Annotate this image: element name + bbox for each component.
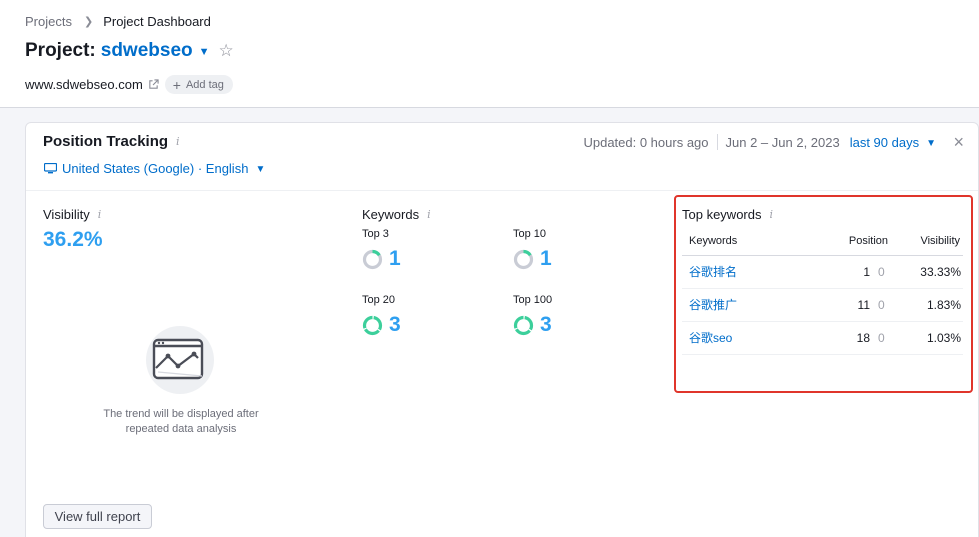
column-header-position[interactable]: Position	[812, 227, 888, 256]
widget-title: Position Tracking i	[43, 133, 180, 150]
top10-value-row: 1	[513, 247, 552, 271]
add-tag-label: Add tag	[185, 78, 224, 91]
position-cell: 10	[812, 255, 888, 289]
position-tracking-widget: Position Tracking i United States (Googl…	[25, 122, 979, 537]
keywords-label: Keywords i	[362, 207, 431, 222]
donut-icon	[513, 249, 534, 269]
top100-value: 3	[540, 313, 552, 336]
view-full-report-button[interactable]: View full report	[43, 504, 152, 529]
column-header-visibility[interactable]: Visibility	[888, 227, 963, 256]
breadcrumb: Projects ❯ Project Dashboard	[25, 14, 211, 29]
top100-metric[interactable]: Top 100 3	[513, 294, 552, 337]
table-row: 谷歌推广 11 0 1.83%	[682, 288, 963, 322]
top10-label: Top 10	[513, 228, 547, 240]
top3-label: Top 3	[362, 228, 389, 240]
donut-icon	[362, 315, 383, 335]
location-label: United States (Google) · English	[62, 161, 249, 176]
position-value: 1	[863, 264, 870, 279]
update-info: Updated: 0 hours ago Jun 2 – Jun 2, 2023…	[583, 134, 936, 150]
position-diff: 0	[878, 330, 885, 345]
breadcrumb-current: Project Dashboard	[103, 14, 211, 29]
info-icon[interactable]: i	[98, 208, 102, 221]
visibility-cell: 1.83%	[888, 288, 963, 322]
top3-metric[interactable]: Top 3 1	[362, 228, 401, 271]
star-icon[interactable]: ☆	[219, 41, 234, 61]
info-icon[interactable]: i	[769, 208, 773, 221]
chevron-down-icon[interactable]: ▼	[199, 46, 210, 58]
top-keywords-title: Top keywords i	[682, 207, 773, 222]
donut-icon	[362, 249, 383, 269]
top10-metric[interactable]: Top 10 1	[513, 228, 552, 271]
breadcrumb-projects[interactable]: Projects	[25, 14, 72, 29]
external-link-icon[interactable]	[148, 79, 159, 90]
plus-icon: +	[172, 76, 181, 93]
top20-value-row: 3	[362, 313, 401, 337]
top3-value-row: 1	[362, 247, 401, 271]
visibility-label-text: Visibility	[43, 207, 90, 222]
chevron-down-icon: ▼	[255, 164, 266, 175]
top20-label: Top 20	[362, 294, 396, 306]
column-header-keywords[interactable]: Keywords	[682, 227, 812, 256]
monitor-icon	[44, 163, 57, 174]
location-selector[interactable]: United States (Google) · English ▼	[44, 161, 265, 176]
visibility-cell: 33.33%	[888, 255, 963, 289]
page-title: Project: sdwebseo ▼ ☆	[25, 40, 234, 62]
divider	[26, 190, 978, 191]
keyword-link[interactable]: 谷歌排名	[682, 255, 812, 289]
position-diff: 0	[878, 264, 885, 279]
keywords-label-text: Keywords	[362, 207, 420, 222]
chevron-down-icon[interactable]: ▼	[926, 138, 936, 149]
top-keywords-table: Keywords Position Visibility 谷歌排名 10 33.…	[682, 227, 963, 355]
page-header: Projects ❯ Project Dashboard Project: sd…	[0, 0, 979, 108]
table-row: 谷歌排名 10 33.33%	[682, 255, 963, 289]
widget-title-text: Position Tracking	[43, 133, 169, 150]
visibility-label: Visibility i	[43, 207, 101, 222]
top100-value-row: 3	[513, 313, 552, 337]
top-keywords-title-text: Top keywords	[682, 207, 762, 222]
updated-text: Updated: 0 hours ago	[583, 134, 709, 150]
top20-value: 3	[389, 313, 401, 336]
project-domain: www.sdwebseo.com	[25, 77, 143, 92]
domain-row: www.sdwebseo.com + Add tag	[25, 75, 233, 94]
visibility-cell: 1.03%	[888, 321, 963, 355]
table-row: 谷歌seo 18 0 1.03%	[682, 321, 963, 355]
info-icon[interactable]: i	[176, 135, 180, 148]
top20-metric[interactable]: Top 20 3	[362, 294, 401, 337]
period-selector[interactable]: last 90 days	[850, 135, 919, 150]
visibility-value: 36.2%	[43, 228, 103, 251]
info-icon[interactable]: i	[427, 208, 431, 221]
position-diff: 0	[878, 297, 885, 312]
project-selector[interactable]: sdwebseo	[101, 40, 193, 62]
close-icon[interactable]: ×	[953, 132, 964, 153]
keyword-link[interactable]: 谷歌seo	[682, 321, 812, 355]
donut-icon	[513, 315, 534, 335]
table-header-row: Keywords Position Visibility	[682, 227, 963, 256]
empty-trend-text: The trend will be displayed after repeat…	[103, 408, 259, 435]
position-cell: 11 0	[812, 288, 888, 322]
chart-illustration	[146, 326, 214, 394]
position-cell: 18 0	[812, 321, 888, 355]
add-tag-button[interactable]: + Add tag	[164, 75, 233, 94]
top100-label: Top 100	[513, 294, 553, 306]
title-prefix: Project:	[25, 40, 96, 61]
position-value: 11	[857, 297, 870, 312]
divider	[716, 134, 718, 150]
position-value: 18	[856, 330, 870, 345]
keyword-link[interactable]: 谷歌推广	[682, 288, 812, 322]
date-range: Jun 2 – Jun 2, 2023	[725, 134, 840, 150]
top10-value: 1	[540, 247, 552, 270]
chevron-right-icon: ❯	[83, 16, 94, 28]
top3-value: 1	[389, 247, 401, 270]
